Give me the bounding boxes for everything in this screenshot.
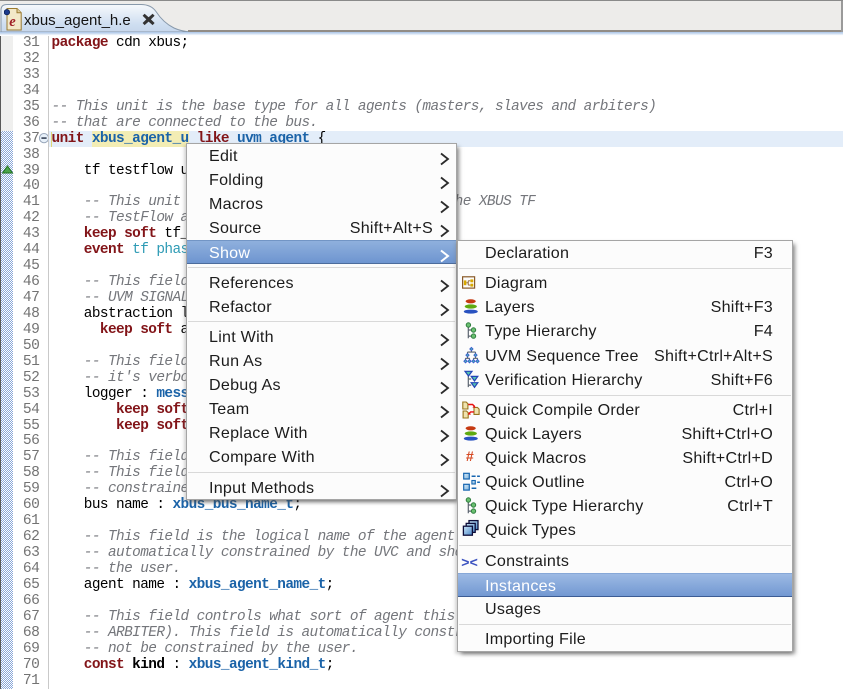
- svg-text:#: #: [466, 449, 474, 465]
- svg-text:e: e: [9, 14, 16, 30]
- svg-text:><: ><: [461, 554, 478, 570]
